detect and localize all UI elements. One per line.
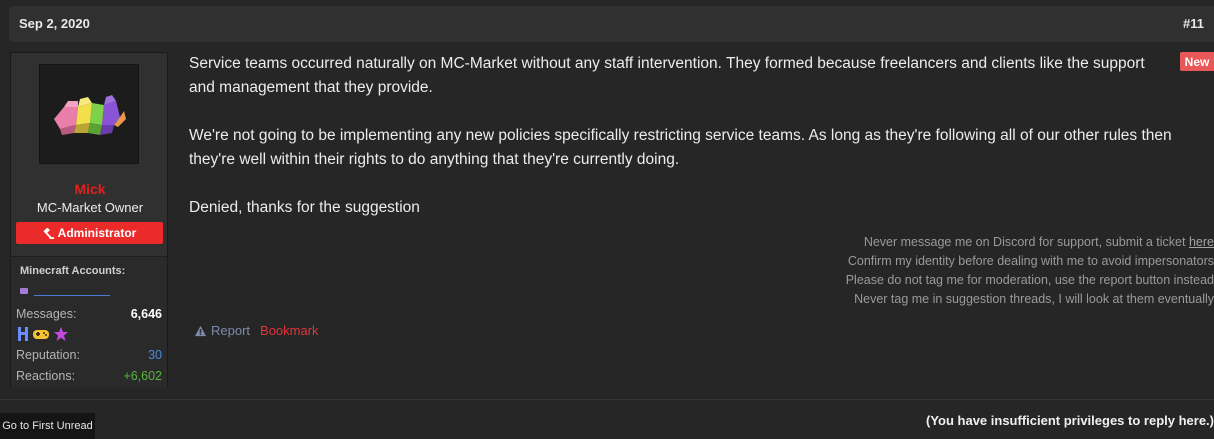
minecraft-accounts-label: Minecraft Accounts: [20,265,126,277]
post-date[interactable]: Sep 2, 2020 [19,16,90,31]
ticket-link[interactable]: here [1189,235,1214,249]
role-badge-label: Administrator [57,226,137,240]
new-badge: New [1180,52,1214,71]
avatar-logo-icon [54,95,126,135]
go-to-first-unread-button[interactable]: Go to First Unread [0,413,95,439]
warning-icon [194,325,207,336]
gamepad-icon[interactable] [32,327,50,341]
minecraft-head-icon [20,288,28,294]
stat-reputation: Reputation: 30 [16,348,162,364]
signature: Never message me on Discord for support,… [654,233,1214,309]
message-paragraph: We're not going to be implementing any n… [189,127,1172,168]
report-label: Report [211,323,251,338]
username[interactable]: Mick [11,181,169,197]
bookmark-button[interactable]: Bookmark [260,323,319,338]
reactions-value[interactable]: +6,602 [123,369,162,383]
minecraft-account-link[interactable] [20,286,110,298]
user-title: MC-Market Owner [36,200,144,215]
signature-line: Confirm my identity before dealing with … [847,254,1214,268]
post-number[interactable]: #11 [1183,16,1204,31]
divider [0,399,1214,400]
report-button[interactable]: Report [194,323,250,338]
user-extra-info: Minecraft Accounts: Messages: 6,646 Repu… [11,256,167,388]
role-badge: Administrator [16,222,163,244]
reactions-label: Reactions: [16,369,76,383]
post-header: Sep 2, 2020 #11 [9,6,1214,42]
message-paragraph: Denied, thanks for the suggestion [189,199,420,216]
message-body: Service teams occurred naturally on MC-M… [189,52,1174,244]
trophy-blue-icon[interactable] [17,326,29,342]
post-actions: Report Bookmark [194,323,319,338]
signature-text: Never message me on Discord for support,… [863,235,1189,249]
user-panel: Mick MC-Market Owner Administrator Minec… [10,52,168,388]
avatar[interactable] [39,64,139,164]
trophy-icons [17,326,69,342]
star-purple-icon[interactable] [53,326,69,342]
signature-line: Never tag me in suggestion threads, I wi… [854,292,1214,306]
message-paragraph: Service teams occurred naturally on MC-M… [189,55,1145,96]
messages-label: Messages: [16,307,77,321]
no-reply-notice: (You have insufficient privileges to rep… [926,413,1214,428]
stat-messages: Messages: 6,646 [16,307,162,323]
minecraft-account-underline [34,295,110,296]
messages-value[interactable]: 6,646 [131,307,162,321]
reputation-label: Reputation: [16,348,80,362]
signature-line: Please do not tag me for moderation, use… [845,273,1214,287]
stat-reactions: Reactions: +6,602 [16,369,162,385]
signature-line: Never message me on Discord for support,… [654,233,1214,252]
reputation-value[interactable]: 30 [148,348,162,362]
gavel-icon [43,227,54,239]
